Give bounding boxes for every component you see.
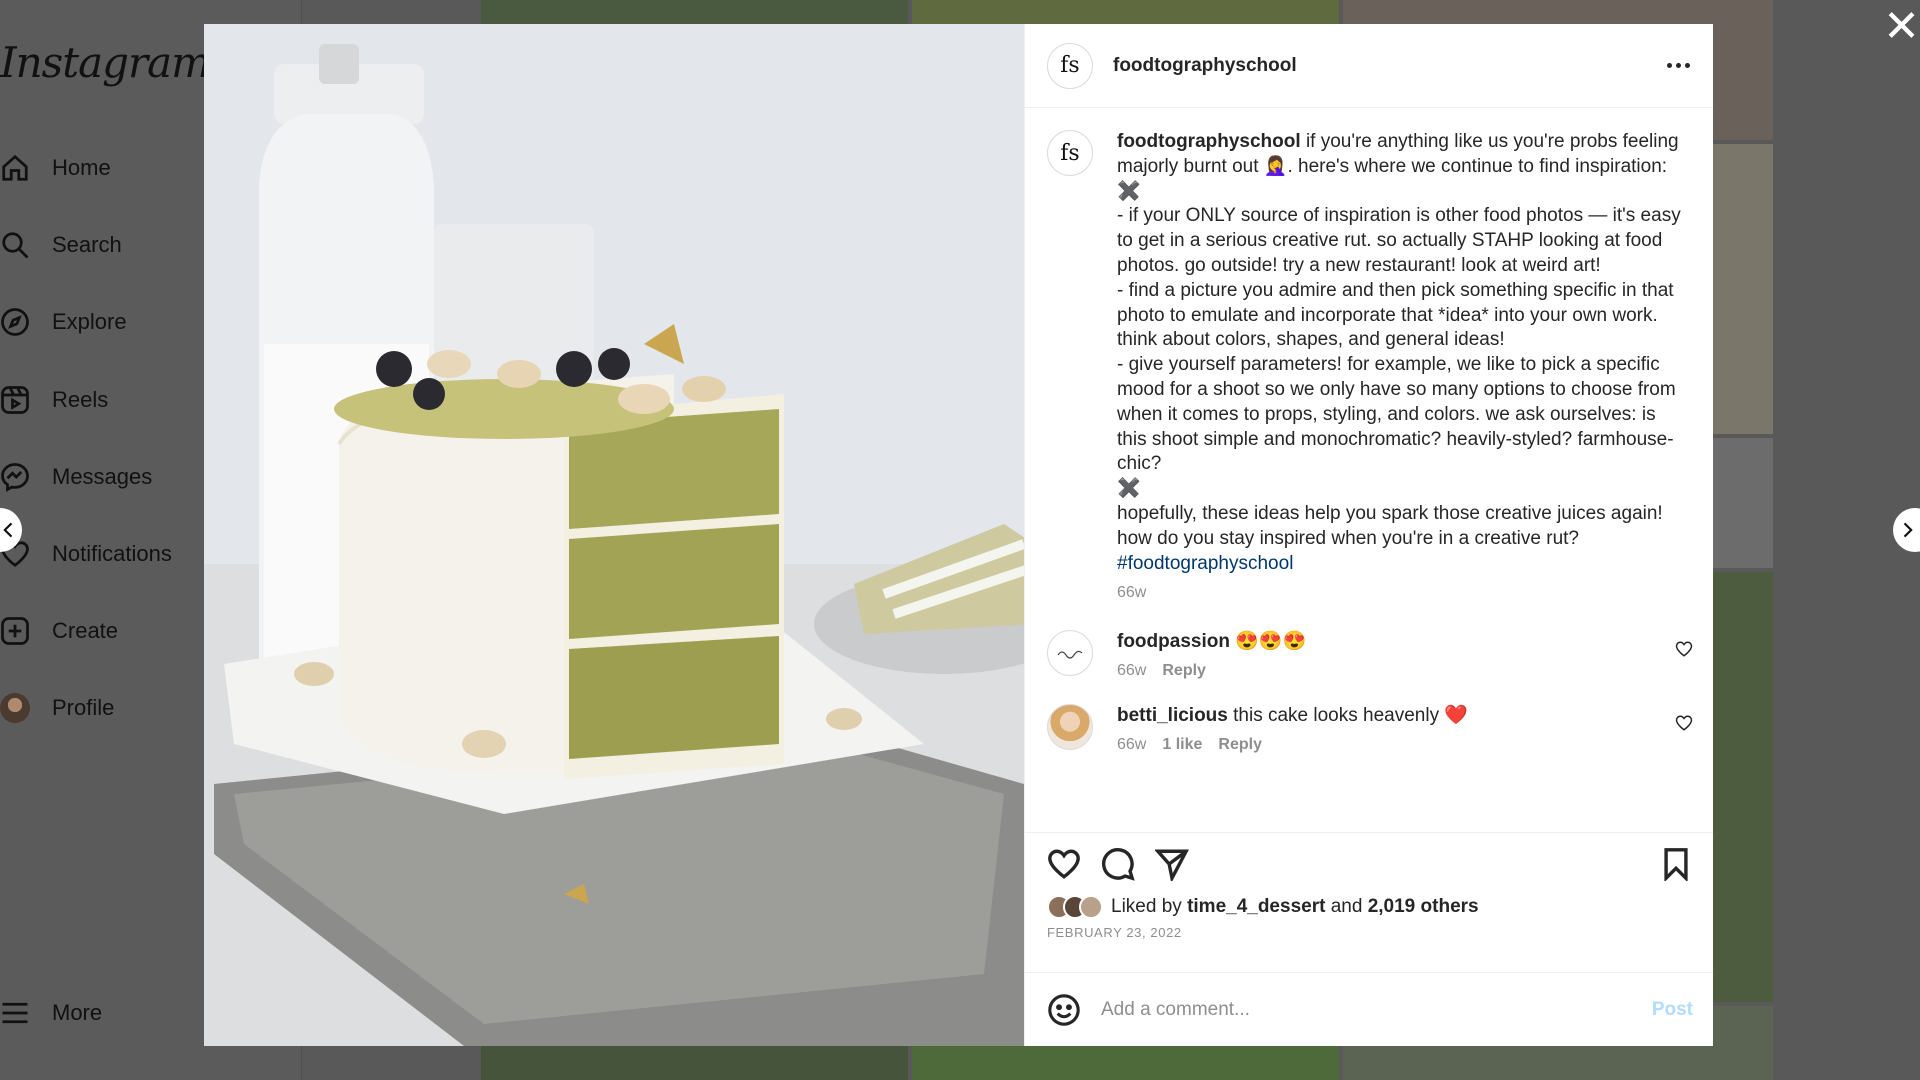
heart-icon bbox=[1675, 715, 1693, 732]
sidebar-item-notifications[interactable]: Notifications bbox=[0, 534, 172, 574]
post-date[interactable]: FEBRUARY 23, 2022 bbox=[1047, 925, 1693, 940]
caption-line: hopefully, these ideas help you spark th… bbox=[1117, 502, 1668, 549]
sidebar-item-profile[interactable]: Profile bbox=[0, 688, 114, 728]
comment-text: this cake looks heavenly ❤️ bbox=[1233, 705, 1469, 727]
sidebar-item-create[interactable]: Create bbox=[0, 611, 118, 651]
comment-username[interactable]: betti_licious bbox=[1117, 705, 1228, 726]
sidebar-item-search[interactable]: Search bbox=[0, 225, 122, 265]
sidebar-item-label: More bbox=[52, 1000, 103, 1025]
caption-line: - find a picture you admire and then pic… bbox=[1117, 279, 1679, 351]
heart-icon bbox=[1675, 641, 1693, 658]
comment-likes[interactable]: 1 like bbox=[1162, 736, 1202, 754]
sidebar-item-label: Create bbox=[52, 618, 119, 643]
sidebar-item-explore[interactable]: Explore bbox=[0, 302, 127, 342]
sidebar-item-home[interactable]: Home bbox=[0, 148, 111, 188]
cake-photo bbox=[204, 24, 1024, 1046]
foodpassion-logo bbox=[1057, 651, 1083, 659]
dot-icon bbox=[1684, 63, 1690, 68]
liker-avatar bbox=[1079, 895, 1103, 919]
like-comment-button[interactable] bbox=[1675, 714, 1693, 732]
hashtag-link[interactable]: #foodtographyschool bbox=[1117, 553, 1293, 574]
post-comment-button[interactable]: Post bbox=[1652, 999, 1693, 1021]
search-icon bbox=[2, 232, 29, 259]
messenger-icon bbox=[1, 463, 29, 492]
post-header: fs foodtographyschool bbox=[1025, 24, 1713, 108]
sidebar-item-reels[interactable]: Reels bbox=[0, 380, 108, 420]
post-modal: fs foodtographyschool fs foodtographysch… bbox=[204, 24, 1713, 1046]
close-button[interactable]: ✕ bbox=[1880, 4, 1920, 50]
comment-input[interactable] bbox=[1101, 998, 1652, 1021]
more-options-button[interactable] bbox=[1663, 63, 1693, 68]
sidebar-item-label: Messages bbox=[52, 464, 153, 489]
separator-x: ✖️ bbox=[1117, 180, 1141, 202]
reply-button[interactable]: Reply bbox=[1218, 736, 1262, 754]
grid-tile[interactable] bbox=[481, 0, 908, 24]
post-image[interactable] bbox=[204, 24, 1024, 1046]
menu-icon bbox=[2, 1002, 28, 1024]
dot-icon bbox=[1666, 63, 1672, 68]
comment-age: 66w bbox=[1117, 662, 1147, 680]
sidebar-item-label: Search bbox=[52, 232, 122, 257]
comment-age: 66w bbox=[1117, 736, 1147, 754]
sidebar-item-messages[interactable]: Messages bbox=[0, 457, 152, 497]
comment-username[interactable]: foodpassion bbox=[1117, 631, 1230, 652]
chevron-left-icon bbox=[3, 522, 13, 538]
grid-tile[interactable] bbox=[1713, 144, 1773, 434]
share-paper-plane-icon[interactable] bbox=[1155, 847, 1189, 881]
dot-icon bbox=[1675, 63, 1681, 68]
liked-others-link[interactable]: 2,019 others bbox=[1368, 896, 1479, 918]
chevron-right-icon bbox=[1903, 522, 1913, 538]
home-icon bbox=[2, 154, 28, 181]
emoji-icon[interactable] bbox=[1047, 993, 1081, 1027]
liker-avatars[interactable] bbox=[1047, 895, 1103, 919]
reels-icon bbox=[1, 386, 29, 414]
sidebar-item-label: Profile bbox=[52, 695, 115, 720]
author-avatar[interactable]: fs bbox=[1047, 42, 1093, 89]
like-heart-icon[interactable] bbox=[1047, 847, 1081, 881]
like-comment-button[interactable] bbox=[1675, 640, 1693, 658]
separator-x: ✖️ bbox=[1117, 478, 1141, 500]
sidebar-item-label: Home bbox=[52, 155, 111, 180]
post-details-panel: fs foodtographyschool fs foodtographysch… bbox=[1024, 24, 1713, 1046]
liked-and-label: and bbox=[1330, 896, 1363, 917]
reply-button[interactable]: Reply bbox=[1162, 662, 1206, 680]
likes-summary: Liked by time_4_dessert and 2,019 others bbox=[1047, 895, 1693, 919]
sidebar-item-label: Reels bbox=[52, 387, 109, 412]
comment-item: betti_licious this cake looks heavenly ❤… bbox=[1047, 704, 1693, 754]
sidebar-item-label: Explore bbox=[52, 309, 127, 334]
comment-item: foodpassion 😍😍😍 66w Reply bbox=[1047, 630, 1693, 680]
sidebar-item-label: Notifications bbox=[52, 541, 172, 566]
grid-tile[interactable] bbox=[912, 1046, 1339, 1080]
caption-text: foodtographyschool if you're anything li… bbox=[1117, 130, 1683, 576]
comment-composer: Post bbox=[1025, 972, 1713, 1046]
author-username[interactable]: foodtographyschool bbox=[1113, 55, 1297, 77]
caption-line: - give yourself parameters! for example,… bbox=[1117, 354, 1681, 475]
caption: fs foodtographyschool if you're anything… bbox=[1047, 130, 1693, 602]
grid-tile[interactable] bbox=[481, 1046, 908, 1080]
post-actions: Liked by time_4_dessert and 2,019 others… bbox=[1025, 832, 1713, 972]
caption-age: 66w bbox=[1117, 584, 1147, 602]
plus-square-icon bbox=[1, 617, 29, 645]
grid-tile[interactable] bbox=[1713, 438, 1773, 568]
caption-line: - if your ONLY source of inspiration is … bbox=[1117, 205, 1686, 276]
caption-author-avatar[interactable]: fs bbox=[1047, 130, 1093, 176]
comment-bubble-icon[interactable] bbox=[1101, 847, 1135, 881]
liked-by-label: Liked by bbox=[1111, 896, 1182, 917]
caption-author[interactable]: foodtographyschool bbox=[1117, 131, 1301, 152]
bookmark-icon[interactable] bbox=[1659, 847, 1693, 881]
liked-by-user[interactable]: time_4_dessert bbox=[1187, 896, 1325, 918]
sidebar-item-more[interactable]: More bbox=[0, 993, 102, 1033]
comments-scroll-area[interactable]: fs foodtographyschool if you're anything… bbox=[1025, 108, 1713, 832]
profile-avatar bbox=[0, 693, 30, 723]
instagram-logo[interactable]: Instagram bbox=[0, 38, 211, 87]
commenter-avatar[interactable] bbox=[1047, 704, 1093, 751]
compass-icon bbox=[1, 308, 29, 336]
grid-tile[interactable] bbox=[1713, 572, 1773, 1002]
commenter-avatar[interactable] bbox=[1047, 630, 1093, 677]
comment-text: 😍😍😍 bbox=[1235, 631, 1307, 653]
grid-tile[interactable] bbox=[912, 0, 1339, 24]
